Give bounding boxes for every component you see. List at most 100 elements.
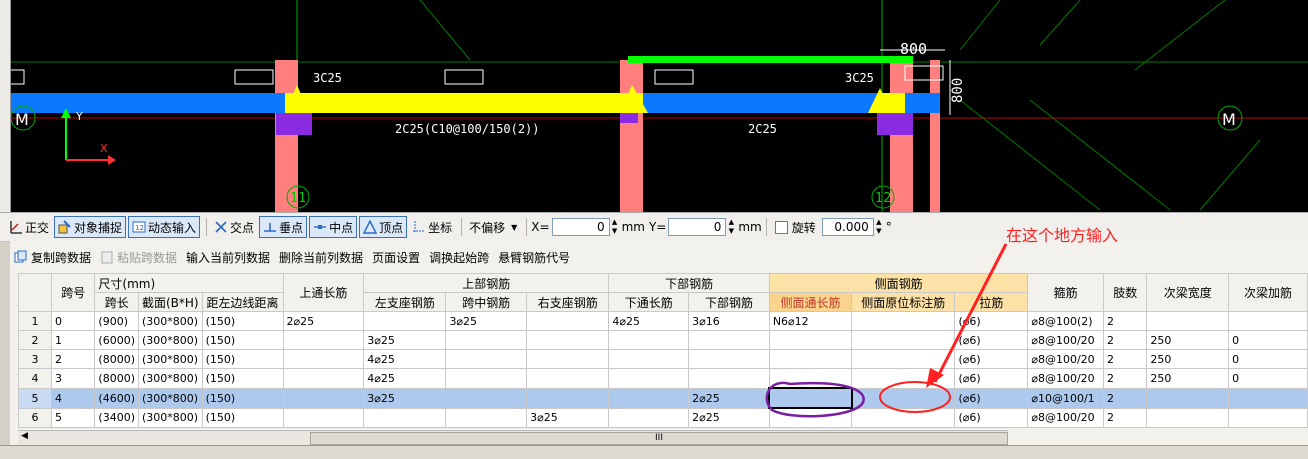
col-legs[interactable]: 肢数	[1103, 273, 1148, 312]
rotate-angle-input[interactable]	[821, 218, 874, 236]
table-cell[interactable]: (150)	[201, 330, 284, 350]
swap-start-span-button[interactable]: 调换起始跨	[429, 249, 489, 266]
table-cell[interactable]: (300*800)	[137, 368, 203, 389]
table-cell[interactable]: (300*800)	[137, 407, 203, 428]
table-cell[interactable]: (150)	[201, 387, 284, 409]
col-side-distance[interactable]: 距左边线距离	[201, 292, 284, 312]
table-cell[interactable]: (150)	[201, 407, 284, 428]
table-cell[interactable]	[851, 387, 956, 409]
table-cell[interactable]: 3⌀16	[688, 311, 770, 331]
table-cell[interactable]: 2⌀25	[688, 407, 770, 428]
table-cell[interactable]	[768, 368, 853, 389]
table-cell[interactable]: (300*800)	[137, 349, 203, 369]
table-cell[interactable]: 2	[1103, 349, 1148, 369]
col-section[interactable]: 截面(B*H)	[137, 292, 203, 312]
table-cell[interactable]: (8000)	[94, 349, 139, 369]
table-row[interactable]: 1 0 (900) (300*800) (150) 2⌀25 3⌀25 4⌀25 3⌀16 N6⌀…	[17, 311, 1308, 331]
table-row[interactable]: 5 4 (4600) (300*800) (150) 3⌀25 2⌀25 (⌀6) ⌀10@10…	[17, 387, 1308, 409]
col-secondary-add[interactable]: 次梁加筋	[1228, 273, 1308, 312]
table-cell[interactable]: (300*800)	[137, 311, 203, 331]
table-cell[interactable]	[445, 387, 528, 409]
table-cell[interactable]: 3⌀25	[526, 407, 610, 428]
col-left-support[interactable]: 左支座钢筋	[363, 292, 447, 312]
table-cell[interactable]	[1146, 407, 1230, 428]
table-cell[interactable]: 0	[1228, 368, 1308, 389]
table-cell[interactable]	[688, 368, 770, 389]
col-right-support[interactable]: 右支座钢筋	[526, 292, 610, 312]
cantilever-code-button[interactable]: 悬臂钢筋代号	[498, 249, 570, 266]
table-row[interactable]: 4 3 (8000) (300*800) (150) 4⌀25 (⌀6) ⌀8@100/20 2…	[17, 368, 1308, 389]
page-setup-button[interactable]: 页面设置	[372, 249, 420, 266]
col-span-length[interactable]: 跨长	[94, 292, 139, 312]
table-cell[interactable]	[526, 349, 610, 369]
table-cell[interactable]: (⌀6)	[954, 407, 1029, 428]
horizontal-scrollbar[interactable]: ◀ III	[18, 430, 1008, 446]
table-cell[interactable]: (⌀6)	[954, 349, 1029, 369]
col-mid-span[interactable]: 跨中钢筋	[445, 292, 528, 312]
table-cell[interactable]	[851, 349, 956, 369]
table-cell[interactable]	[526, 368, 610, 389]
table-cell[interactable]: ⌀8@100/20	[1027, 330, 1105, 350]
y-coordinate-input[interactable]	[668, 218, 727, 236]
table-row[interactable]: 3 2 (8000) (300*800) (150) 4⌀25 (⌀6) ⌀8@100/20 2…	[17, 349, 1308, 369]
table-cell[interactable]	[768, 349, 853, 369]
col-bottom-through[interactable]: 下通长筋	[608, 292, 690, 312]
table-cell[interactable]	[282, 387, 365, 409]
table-cell[interactable]: 5	[51, 407, 96, 428]
table-cell[interactable]	[608, 330, 690, 350]
table-cell[interactable]: 2⌀25	[688, 387, 770, 409]
table-cell[interactable]	[851, 311, 956, 331]
table-cell[interactable]: 4	[51, 387, 96, 409]
scroll-left-icon[interactable]: ◀	[21, 431, 28, 441]
table-cell[interactable]: 2	[1103, 407, 1148, 428]
table-cell[interactable]	[1228, 387, 1308, 409]
table-cell[interactable]: (150)	[201, 368, 284, 389]
table-cell[interactable]	[445, 407, 528, 428]
table-cell[interactable]	[1146, 387, 1230, 409]
table-cell[interactable]	[608, 368, 690, 389]
table-cell[interactable]: 250	[1146, 349, 1230, 369]
table-cell[interactable]: 0	[51, 311, 96, 331]
col-secondary-width[interactable]: 次梁宽度	[1146, 273, 1230, 312]
table-cell[interactable]	[363, 407, 447, 428]
table-cell[interactable]: ⌀8@100/20	[1027, 368, 1105, 389]
table-cell[interactable]	[608, 407, 690, 428]
paste-span-data-button[interactable]: 粘贴跨数据	[117, 249, 177, 266]
table-cell[interactable]	[282, 407, 365, 428]
table-cell[interactable]: ⌀8@100(2)	[1027, 311, 1105, 331]
rotate-spinner[interactable]: ▲ ▼	[874, 218, 884, 236]
copy-span-data-button[interactable]: 复制跨数据	[31, 249, 91, 266]
table-cell[interactable]	[445, 368, 528, 389]
coordinate-toggle[interactable]: 坐标	[409, 216, 455, 238]
table-cell[interactable]: 3⌀25	[363, 330, 447, 350]
table-cell[interactable]: (900)	[94, 311, 139, 331]
table-cell[interactable]: 2	[1103, 311, 1148, 331]
table-cell[interactable]: (150)	[201, 311, 284, 331]
table-cell[interactable]: N6⌀12	[768, 311, 853, 331]
table-cell[interactable]: 2⌀25	[282, 311, 365, 331]
table-cell[interactable]: 250	[1146, 368, 1230, 389]
table-cell[interactable]: 4⌀25	[363, 349, 447, 369]
table-cell[interactable]	[768, 407, 853, 428]
table-cell[interactable]: 0	[1228, 330, 1308, 350]
table-cell[interactable]: (⌀6)	[954, 387, 1029, 409]
table-cell[interactable]	[688, 330, 770, 350]
table-cell[interactable]: 4⌀25	[363, 368, 447, 389]
table-cell[interactable]	[445, 330, 528, 350]
table-cell[interactable]: (⌀6)	[954, 311, 1029, 331]
rotate-checkbox[interactable]	[774, 220, 788, 234]
y-spinner[interactable]: ▲ ▼	[726, 218, 736, 236]
table-cell[interactable]: 4⌀25	[608, 311, 690, 331]
table-cell[interactable]: (⌀6)	[954, 330, 1029, 350]
table-cell[interactable]: 3	[51, 368, 96, 389]
table-cell[interactable]: (300*800)	[137, 330, 203, 350]
table-cell[interactable]	[445, 349, 528, 369]
ortho-toggle[interactable]: 正交	[6, 216, 52, 238]
x-coordinate-input[interactable]	[551, 218, 610, 236]
perpendicular-toggle[interactable]: 垂点	[259, 216, 308, 238]
delete-column-button[interactable]: 删除当前列数据	[279, 249, 363, 266]
table-cell[interactable]: (300*800)	[137, 387, 203, 409]
table-cell[interactable]: 250	[1146, 330, 1230, 350]
table-cell[interactable]	[851, 368, 956, 389]
intersection-toggle[interactable]: 交点	[211, 216, 257, 238]
